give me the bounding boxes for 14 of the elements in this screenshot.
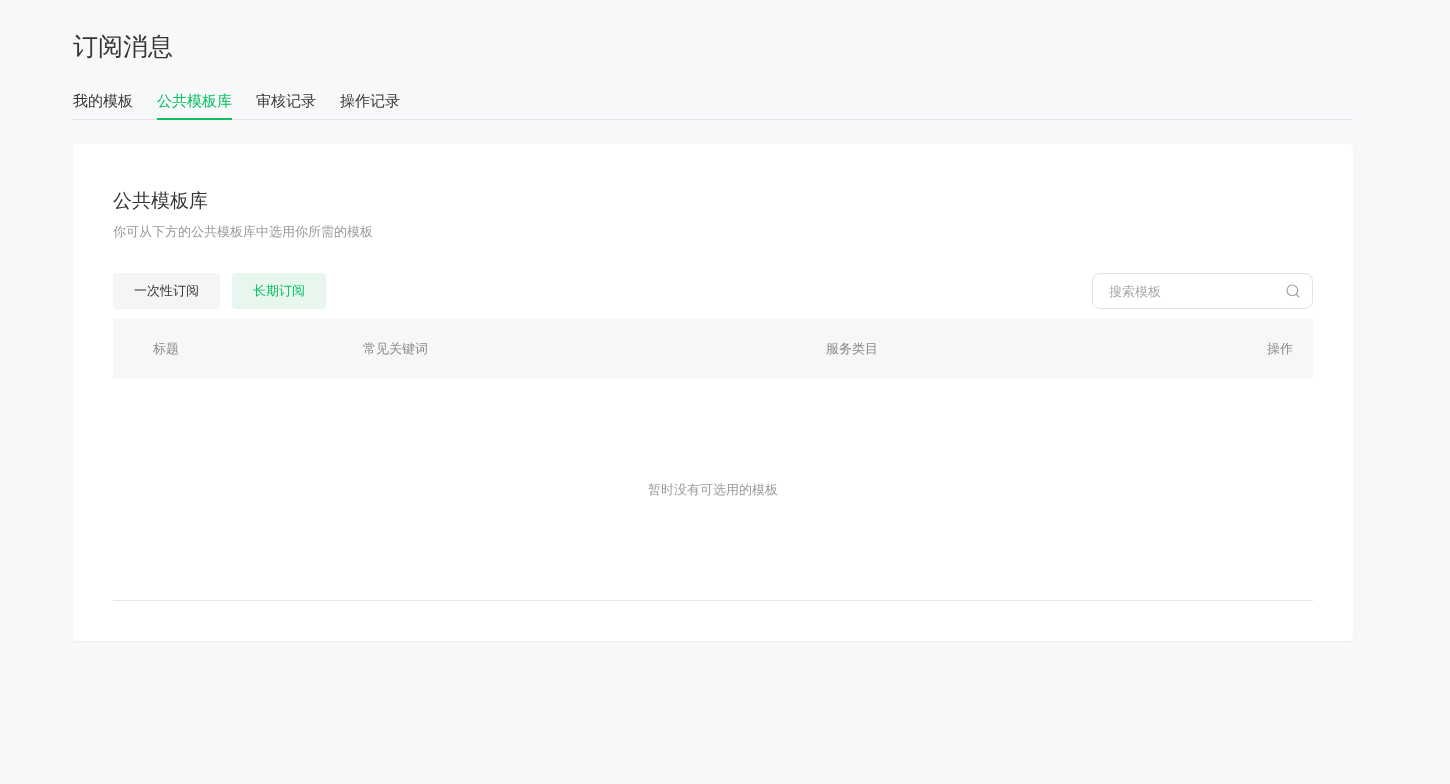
- empty-message: 暂时没有可选用的模板: [648, 480, 778, 499]
- panel-description: 你可从下方的公共模板库中选用你所需的模板: [113, 223, 373, 241]
- tab[interactable]: 审核记录: [256, 89, 316, 120]
- panel-title: 公共模板库: [113, 188, 208, 213]
- column-header: 常见关键词: [363, 340, 428, 358]
- column-header: 标题: [153, 340, 179, 358]
- column-header: 操作: [1267, 340, 1293, 358]
- search-field[interactable]: 搜索模板: [1092, 273, 1313, 309]
- filter-tab[interactable]: 一次性订阅: [113, 273, 220, 309]
- tab[interactable]: 操作记录: [340, 89, 400, 120]
- column-header: 服务类目: [826, 340, 878, 358]
- page-title: 订阅消息: [73, 31, 173, 63]
- tab[interactable]: 我的模板: [73, 89, 133, 120]
- search-icon: [1285, 283, 1301, 299]
